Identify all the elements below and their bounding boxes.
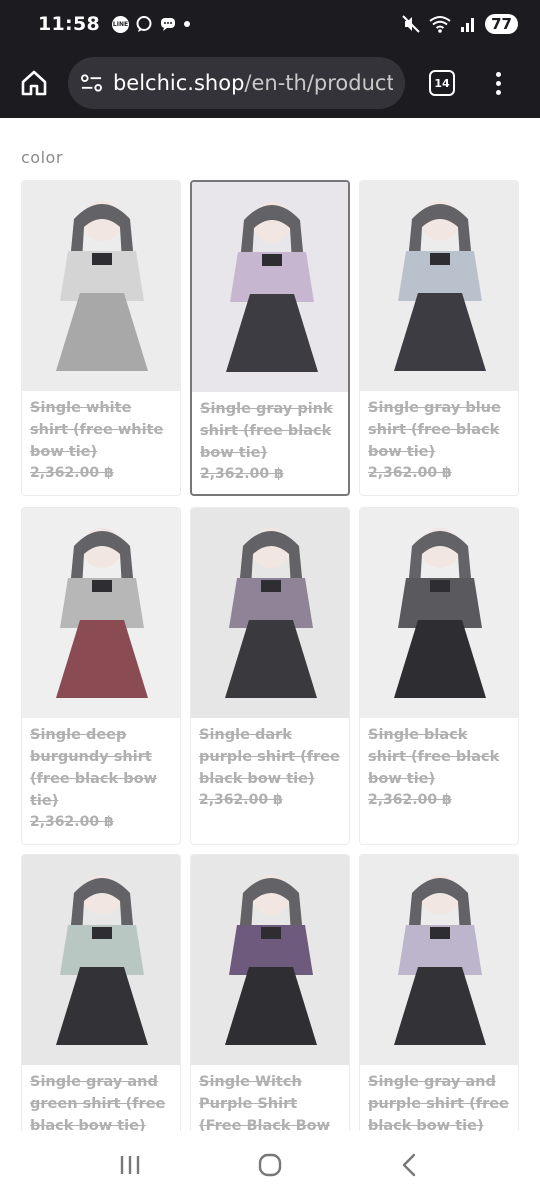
product-photo-illustration xyxy=(22,181,180,391)
product-name: Single gray and purple shirt (free black… xyxy=(368,1074,509,1131)
product-photo-illustration xyxy=(360,181,518,391)
status-time: 11:58 xyxy=(38,13,100,35)
product-image xyxy=(192,182,348,392)
back-chevron-icon xyxy=(402,1153,416,1177)
url-text: belchic.shop/en-th/products xyxy=(113,71,393,95)
signal-icon xyxy=(461,18,475,32)
product-photo-illustration xyxy=(192,182,348,392)
product-card[interactable]: Single gray and green shirt (free black … xyxy=(21,854,181,1131)
android-nav-bar xyxy=(0,1131,540,1199)
line-app-icon: LINE xyxy=(111,15,129,33)
wifi-icon xyxy=(429,16,451,33)
product-image xyxy=(22,855,180,1065)
battery-indicator: 77 xyxy=(485,14,518,34)
product-photo-illustration xyxy=(360,855,518,1065)
home-circle-icon xyxy=(258,1153,282,1177)
product-card[interactable]: Single black shirt (free black bow tie) 2… xyxy=(359,507,519,845)
product-image xyxy=(360,508,518,718)
product-card[interactable]: Single gray pink shirt (free black bow t… xyxy=(190,180,350,496)
product-price: 2,362.00 ฿ xyxy=(200,466,284,482)
product-name: Single gray and green shirt (free black … xyxy=(30,1074,166,1131)
product-photo-illustration xyxy=(360,508,518,718)
product-price: 2,362.00 ฿ xyxy=(199,792,283,808)
product-card[interactable]: Single white shirt (free white bow tie) 2… xyxy=(21,180,181,496)
home-icon xyxy=(21,70,47,96)
product-price: 2,362.00 ฿ xyxy=(30,814,114,830)
product-card[interactable]: Single gray and purple shirt (free black… xyxy=(359,854,519,1131)
product-price: 2,362.00 ฿ xyxy=(30,465,114,481)
mute-icon xyxy=(402,15,420,33)
recent-apps-icon xyxy=(120,1156,140,1174)
product-card[interactable]: Single gray blue shirt (free black bow t… xyxy=(359,180,519,496)
url-host: belchic.shop xyxy=(112,71,245,95)
more-menu-button[interactable] xyxy=(496,71,501,95)
product-name: Single black shirt (free black bow tie) xyxy=(368,727,500,787)
product-image xyxy=(191,508,349,718)
notification-icons: LINE xyxy=(111,15,191,33)
browser-toolbar: belchic.shop/en-th/products 14 xyxy=(0,48,540,118)
tab-switcher-button[interactable]: 14 xyxy=(429,70,455,96)
section-label: color xyxy=(21,148,63,167)
product-image xyxy=(191,855,349,1065)
product-photo-illustration xyxy=(191,508,349,718)
product-name: Single deep burgundy shirt (free black b… xyxy=(30,727,157,809)
status-bar: 11:58 LINE 77 xyxy=(0,0,540,48)
back-button[interactable] xyxy=(386,1141,434,1189)
home-nav-button[interactable] xyxy=(246,1141,294,1189)
chat-bubble-icon xyxy=(136,16,152,32)
dot-icon xyxy=(183,21,190,27)
product-name: Single gray pink shirt (free black bow t… xyxy=(200,401,333,461)
product-image xyxy=(360,855,518,1065)
product-name: Single white shirt (free white bow tie) xyxy=(30,400,164,460)
page-content: color Single white shirt (free white bow… xyxy=(0,118,540,1131)
product-name: Single gray blue shirt (free black bow t… xyxy=(368,400,501,460)
product-price: 2,362.00 ฿ xyxy=(368,792,452,808)
site-settings-icon[interactable] xyxy=(80,72,103,94)
product-card[interactable]: Single dark purple shirt (free black bow… xyxy=(190,507,350,845)
address-bar[interactable]: belchic.shop/en-th/products xyxy=(68,57,405,109)
product-photo-illustration xyxy=(22,855,180,1065)
product-name: Single Witch Purple Shirt (Free Black Bo… xyxy=(199,1074,330,1131)
home-button[interactable] xyxy=(14,63,54,103)
messages-icon xyxy=(160,18,175,31)
recent-apps-button[interactable] xyxy=(106,1141,154,1189)
url-path: /en-th/products xyxy=(244,71,393,95)
product-price: 2,362.00 ฿ xyxy=(368,465,452,481)
product-name: Single dark purple shirt (free black bow… xyxy=(199,727,340,787)
product-photo-illustration xyxy=(191,855,349,1065)
product-card[interactable]: Single deep burgundy shirt (free black b… xyxy=(21,507,181,845)
product-card[interactable]: Single Witch Purple Shirt (Free Black Bo… xyxy=(190,854,350,1131)
product-image xyxy=(360,181,518,391)
product-image xyxy=(22,181,180,391)
product-photo-illustration xyxy=(22,508,180,718)
product-image xyxy=(22,508,180,718)
